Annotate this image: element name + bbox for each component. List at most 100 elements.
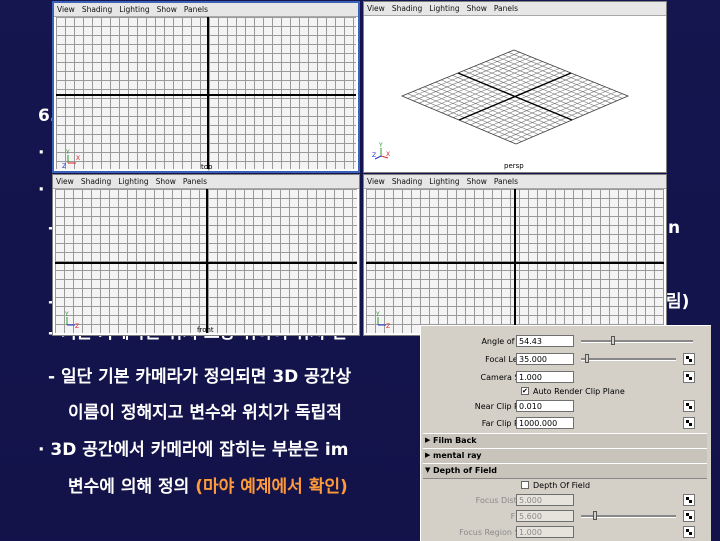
viewport-menu-bar: View Shading Lighting Show Panels bbox=[53, 175, 359, 189]
menu-panels[interactable]: Panels bbox=[494, 177, 518, 186]
viewport-menu-bar: View Shading Lighting Show Panels bbox=[364, 2, 666, 16]
focal-length-field[interactable]: 35.000 bbox=[516, 353, 574, 365]
camera-scale-field[interactable]: 1.000 bbox=[516, 371, 574, 383]
map-button-icon[interactable] bbox=[683, 371, 695, 383]
slide-line-d-main: 변수에 의해 정의 bbox=[68, 477, 196, 497]
menu-show[interactable]: Show bbox=[156, 177, 176, 186]
svg-text:Z: Z bbox=[75, 323, 79, 330]
menu-shading[interactable]: Shading bbox=[392, 177, 422, 186]
row-depth-of-field-check: Depth Of Field bbox=[421, 478, 711, 494]
menu-shading[interactable]: Shading bbox=[82, 5, 112, 14]
slide-bullet-1: · bbox=[38, 143, 45, 163]
section-title: Depth of Field bbox=[433, 466, 497, 475]
section-film-back[interactable]: ▶ Film Back bbox=[423, 433, 707, 449]
menu-lighting[interactable]: Lighting bbox=[429, 4, 459, 13]
menu-show[interactable]: Show bbox=[467, 177, 487, 186]
map-button-icon[interactable] bbox=[683, 510, 695, 522]
axis-gizmo-icon: Y Z bbox=[375, 311, 390, 330]
viewport-persp[interactable]: View Shading Lighting Show Panels Y Z X pers… bbox=[363, 1, 667, 173]
slide-partial-right-1: n bbox=[668, 218, 681, 238]
grid-axis-vertical bbox=[207, 17, 209, 169]
collapse-arrow-icon: ▶ bbox=[425, 436, 431, 444]
map-button-icon[interactable] bbox=[683, 417, 695, 429]
menu-show[interactable]: Show bbox=[467, 4, 487, 13]
slider-thumb[interactable] bbox=[593, 511, 597, 520]
svg-text:Y: Y bbox=[378, 142, 383, 149]
slide-line-a: - 일단 기본 카메라가 정의되면 3D 공간상 bbox=[48, 367, 352, 387]
viewport-grid[interactable]: Y X Z top bbox=[56, 17, 356, 171]
grid-axis-vertical bbox=[514, 189, 516, 333]
grid-axis-horizontal bbox=[56, 94, 356, 96]
viewport-side[interactable]: View Shading Lighting Show Panels Y Z side bbox=[363, 174, 667, 336]
svg-text:Y: Y bbox=[375, 311, 380, 318]
collapse-arrow-icon: ▶ bbox=[425, 451, 431, 459]
menu-panels[interactable]: Panels bbox=[494, 4, 518, 13]
angle-of-view-slider[interactable] bbox=[581, 336, 693, 345]
near-clip-field[interactable]: 0.010 bbox=[516, 400, 574, 412]
far-clip-field[interactable]: 1000.000 bbox=[516, 417, 574, 429]
menu-lighting[interactable]: Lighting bbox=[118, 177, 148, 186]
viewport-menu-bar: View Shading Lighting Show Panels bbox=[54, 3, 358, 17]
viewport-label: front bbox=[197, 326, 214, 334]
axis-gizmo-icon: Y Z bbox=[64, 311, 79, 330]
menu-lighting[interactable]: Lighting bbox=[119, 5, 149, 14]
section-title: mental ray bbox=[433, 451, 482, 460]
depth-of-field-checkbox[interactable] bbox=[521, 481, 529, 489]
focus-distance-field[interactable]: 5.000 bbox=[516, 494, 574, 506]
slide-line-d: 변수에 의해 정의 (마야 예제에서 확인) bbox=[68, 472, 348, 497]
svg-text:Z: Z bbox=[386, 323, 390, 330]
viewport-front[interactable]: View Shading Lighting Show Panels Y Z front bbox=[52, 174, 360, 336]
menu-view[interactable]: View bbox=[57, 5, 75, 14]
viewport-grid[interactable]: Y Z side bbox=[366, 189, 664, 334]
focal-length-slider[interactable] bbox=[581, 354, 676, 363]
menu-view[interactable]: View bbox=[367, 4, 385, 13]
map-button-icon[interactable] bbox=[683, 526, 695, 538]
viewport-top[interactable]: View Shading Lighting Show Panels Y X Z top bbox=[52, 1, 360, 173]
grid-axis-vertical bbox=[206, 189, 208, 333]
auto-render-clip-checkbox[interactable]: ✔ bbox=[521, 387, 529, 395]
menu-shading[interactable]: Shading bbox=[81, 177, 111, 186]
menu-shading[interactable]: Shading bbox=[392, 4, 422, 13]
f-stop-slider[interactable] bbox=[581, 511, 676, 520]
section-title: Film Back bbox=[433, 436, 477, 445]
slide-partial-right-2: 림) bbox=[666, 292, 690, 312]
menu-lighting[interactable]: Lighting bbox=[429, 177, 459, 186]
row-auto-render-clip: ✔ Auto Render Clip Plane bbox=[421, 384, 711, 400]
row-far-clip: Far Clip Plane 1000.000 bbox=[421, 416, 711, 432]
persp-canvas[interactable]: Y Z X persp bbox=[366, 16, 664, 170]
menu-view[interactable]: View bbox=[367, 177, 385, 186]
menu-show[interactable]: Show bbox=[157, 5, 177, 14]
viewport-menu-bar: View Shading Lighting Show Panels bbox=[364, 175, 666, 189]
viewport-grid[interactable]: Y Z front bbox=[55, 189, 357, 334]
map-button-icon[interactable] bbox=[683, 494, 695, 506]
axis-gizmo-icon: Y Z X bbox=[372, 142, 390, 160]
focus-region-scale-field[interactable]: 1.000 bbox=[516, 526, 574, 538]
map-button-icon[interactable] bbox=[683, 353, 695, 365]
depth-of-field-check-label: Depth Of Field bbox=[533, 481, 591, 490]
expand-arrow-icon: ▼ bbox=[425, 466, 431, 474]
slider-thumb[interactable] bbox=[611, 336, 615, 345]
slider-thumb[interactable] bbox=[585, 354, 589, 363]
row-focal-length: Focal Length 35.000 bbox=[421, 352, 711, 368]
auto-render-clip-label: Auto Render Clip Plane bbox=[533, 387, 625, 396]
svg-text:X: X bbox=[386, 151, 390, 158]
viewport-label: persp bbox=[504, 162, 524, 170]
f-stop-field[interactable]: 5.600 bbox=[516, 510, 574, 522]
map-button-icon[interactable] bbox=[683, 400, 695, 412]
section-mental-ray[interactable]: ▶ mental ray bbox=[423, 448, 707, 464]
camera-attribute-panel: Angle of View 54.43 Focal Length 35.000 … bbox=[420, 325, 711, 541]
menu-view[interactable]: View bbox=[56, 177, 74, 186]
axis-gizmo-icon: Y X Z bbox=[62, 149, 80, 169]
slide-line-c: · 3D 공간에서 카메라에 잡히는 부분은 im bbox=[38, 440, 349, 460]
angle-of-view-field[interactable]: 54.43 bbox=[516, 335, 574, 347]
row-focus-distance: Focus Distance 5.000 bbox=[421, 493, 711, 509]
persp-grid-plane bbox=[400, 49, 630, 145]
row-f-stop: F Stop 5.600 bbox=[421, 509, 711, 525]
menu-panels[interactable]: Panels bbox=[184, 5, 208, 14]
row-near-clip: Near Clip Plane 0.010 bbox=[421, 399, 711, 415]
menu-panels[interactable]: Panels bbox=[183, 177, 207, 186]
svg-text:Y: Y bbox=[64, 311, 69, 318]
row-angle-of-view: Angle of View 54.43 bbox=[421, 334, 711, 350]
svg-text:Z: Z bbox=[62, 163, 66, 169]
section-depth-of-field[interactable]: ▼ Depth of Field bbox=[423, 463, 707, 479]
